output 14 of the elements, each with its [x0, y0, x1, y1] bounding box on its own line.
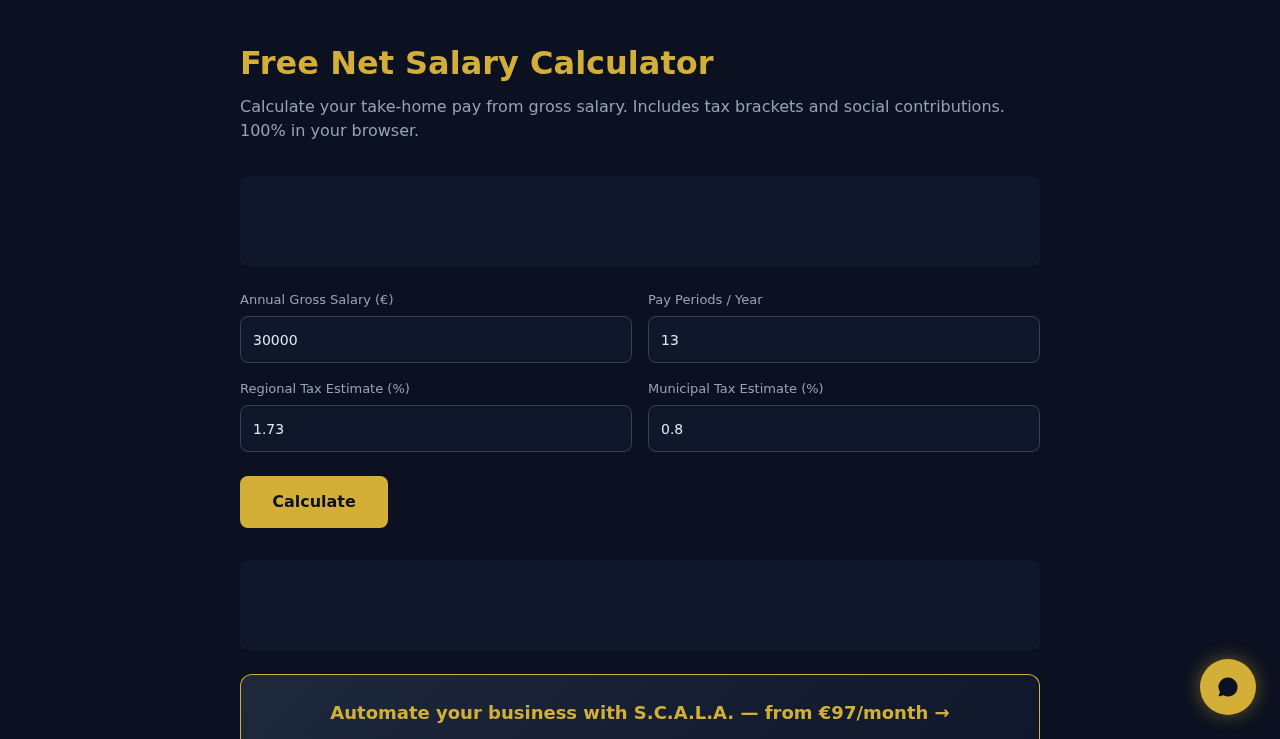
input-field[interactable]: 13 [648, 316, 1040, 364]
chat-button[interactable] [1200, 659, 1256, 715]
input-field[interactable]: 1.73 [240, 405, 632, 453]
field-label: Regional Tax Estimate (%) [240, 380, 410, 399]
field-label: Pay Periods / Year [648, 291, 763, 310]
page-title: Free Net Salary Calculator [240, 44, 714, 83]
input-field[interactable]: 0.8 [648, 405, 1040, 453]
chat-bubble-icon [1217, 676, 1239, 698]
page-description: Calculate your take-home pay from gross salary. Includes tax brackets and social contributions. 100% in your browser. [240, 96, 1006, 143]
field-label: Municipal Tax Estimate (%) [648, 380, 824, 399]
field-label: Annual Gross Salary (€) [240, 291, 394, 310]
promo-link[interactable]: Automate your business with S.C.A.L.A. — from €97/month → [330, 702, 950, 724]
input-field[interactable]: 30000 [240, 316, 632, 364]
calculate-button[interactable]: Calculate [240, 476, 388, 529]
